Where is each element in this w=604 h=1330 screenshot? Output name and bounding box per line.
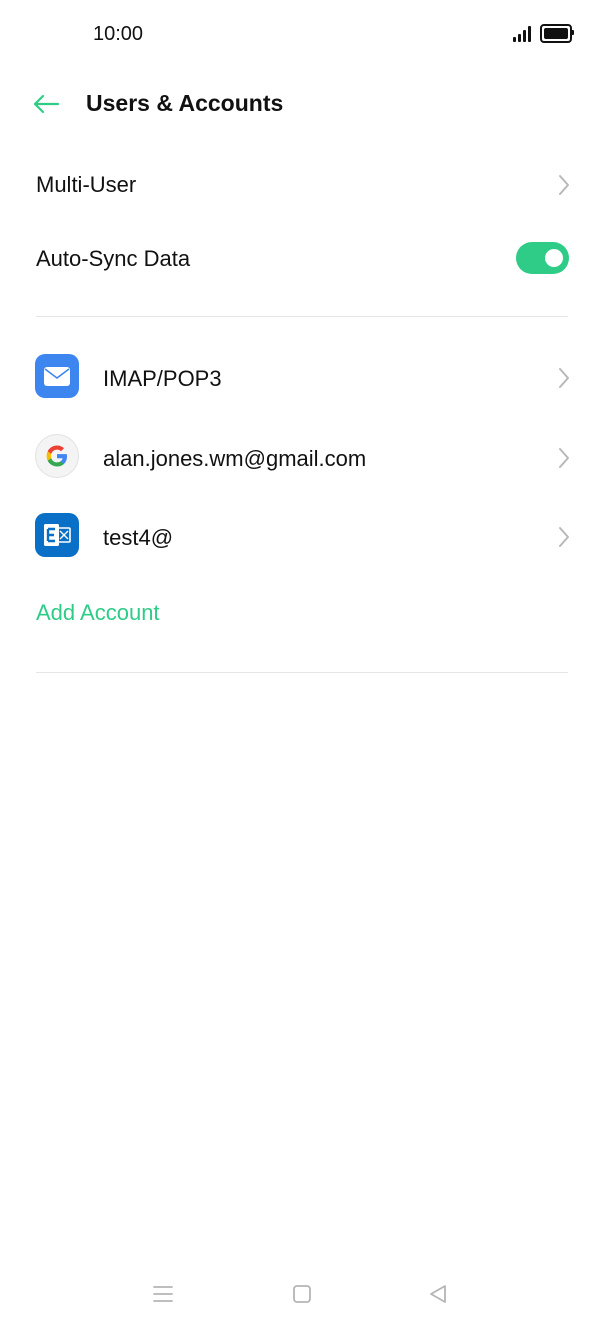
chevron-right-icon — [559, 448, 569, 468]
auto-sync-row: Auto-Sync Data — [0, 229, 604, 289]
back-button[interactable] — [26, 86, 66, 122]
menu-icon — [153, 1286, 173, 1302]
account-label: test4@ — [103, 525, 174, 550]
chevron-right-icon — [559, 175, 569, 195]
account-label: alan.jones.wm@gmail.com — [103, 446, 367, 471]
multi-user-row[interactable]: Multi-User — [0, 155, 604, 215]
account-row-google[interactable]: alan.jones.wm@gmail.com — [0, 426, 604, 490]
status-bar: 10:00 — [0, 0, 604, 70]
multi-user-label: Multi-User — [36, 172, 137, 197]
account-row-exchange[interactable]: test4@ — [0, 505, 604, 569]
divider — [36, 316, 568, 317]
battery-icon — [540, 24, 574, 43]
signal-icon — [513, 25, 531, 42]
toggle-knob — [545, 249, 563, 267]
page-title: Users & Accounts — [86, 90, 284, 116]
auto-sync-toggle[interactable] — [516, 242, 569, 274]
chevron-right-icon — [559, 527, 569, 547]
mail-icon — [35, 354, 79, 398]
account-label: IMAP/POP3 — [103, 366, 222, 391]
back-nav-button[interactable] — [418, 1276, 458, 1312]
exchange-icon — [35, 513, 79, 557]
home-icon — [293, 1285, 311, 1303]
navigation-bar — [0, 1260, 604, 1330]
divider — [36, 672, 568, 673]
header: Users & Accounts — [0, 72, 604, 136]
auto-sync-label: Auto-Sync Data — [36, 246, 191, 271]
account-row-imap[interactable]: IMAP/POP3 — [0, 346, 604, 410]
arrow-left-icon — [33, 94, 60, 114]
status-time: 10:00 — [93, 23, 144, 45]
back-triangle-icon — [430, 1285, 446, 1303]
menu-button[interactable] — [143, 1276, 183, 1312]
chevron-right-icon — [559, 368, 569, 388]
status-icons — [513, 24, 574, 43]
home-button[interactable] — [282, 1276, 322, 1312]
google-icon — [35, 434, 79, 478]
add-account-link[interactable]: Add Account — [36, 600, 160, 626]
